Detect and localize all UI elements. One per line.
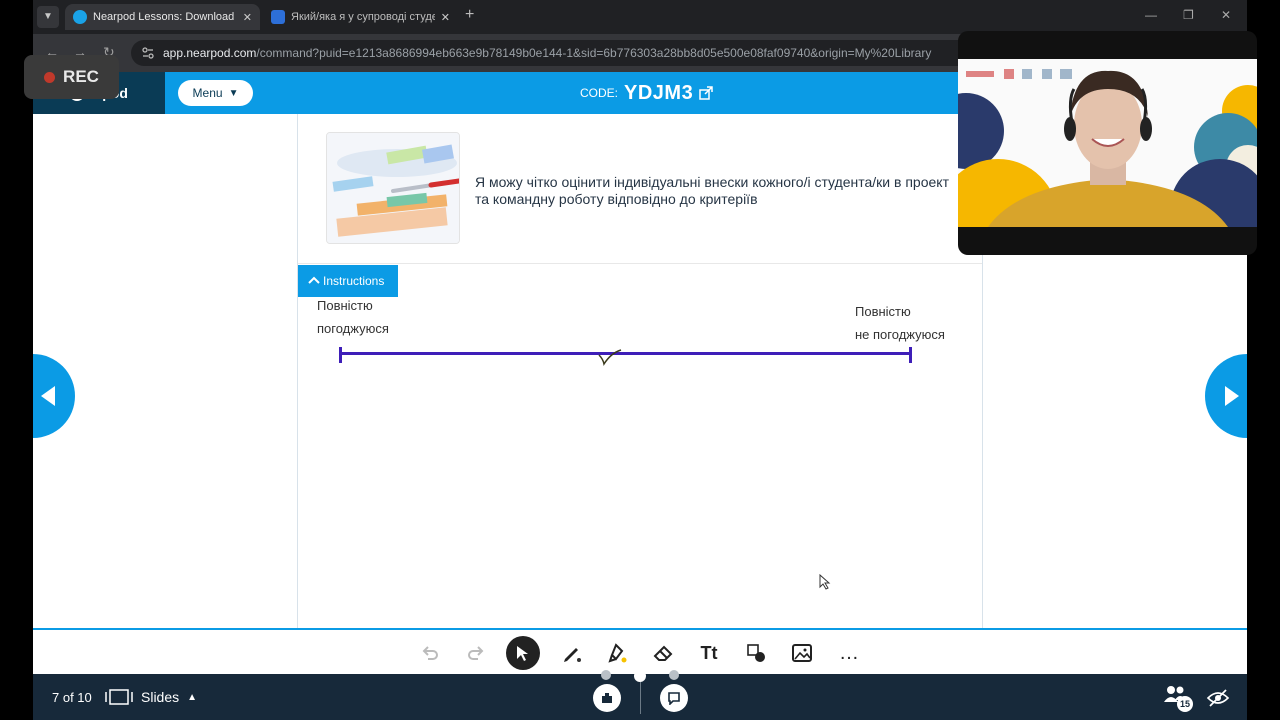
recording-label: REC	[63, 67, 99, 86]
recording-indicator: REC	[24, 55, 119, 99]
previous-slide-button[interactable]	[33, 354, 75, 438]
caret-up-icon: ▲	[187, 691, 198, 703]
charts-and-pen-image	[327, 133, 459, 243]
webcam-feed	[958, 59, 1257, 227]
restore-window-icon[interactable]: ❐	[1183, 8, 1194, 22]
pen-tool-button[interactable]	[557, 638, 587, 668]
menu-button[interactable]: Menu ▼	[178, 80, 253, 106]
presenter-video-frame	[958, 59, 1257, 227]
more-tools-icon[interactable]: …	[834, 638, 864, 668]
eraser-tool-button[interactable]	[648, 638, 678, 668]
instructions-label: Instructions	[323, 274, 385, 288]
drawing-toolbar: Tt …	[33, 628, 1247, 674]
scale-left-line1: Повністю	[317, 298, 373, 313]
hide-view-button[interactable]	[1206, 688, 1230, 713]
redo-icon	[468, 646, 484, 660]
undo-icon	[422, 646, 438, 660]
eye-slash-icon	[1206, 689, 1230, 707]
scale-right-label: Повністю не погоджуюся	[855, 300, 945, 346]
record-dot-icon	[44, 71, 56, 83]
select-tool-button[interactable]	[506, 636, 540, 670]
url-host: app.nearpod.com	[163, 46, 257, 60]
scale-right-tick	[909, 347, 912, 363]
highlighter-tool-button[interactable]	[603, 638, 633, 668]
image-tool-button[interactable]	[787, 638, 817, 668]
text-tool-button[interactable]: Tt	[694, 638, 724, 668]
agreement-scale-line	[340, 352, 912, 355]
site-info-icon[interactable]	[141, 46, 155, 60]
scale-left-line2: погоджуюся	[317, 321, 389, 336]
draw-it-canvas[interactable]: Я можу чітко оцінити індивідуальні внеск…	[297, 114, 983, 628]
undo-button[interactable]	[415, 638, 445, 668]
shapes-icon	[747, 644, 765, 662]
image-icon	[792, 644, 812, 662]
arrow-right-icon	[1225, 386, 1239, 406]
speech-bubble-icon	[668, 692, 680, 705]
scale-right-line1: Повністю	[855, 304, 911, 319]
eraser-icon	[653, 645, 673, 661]
mouse-cursor-icon	[819, 574, 831, 590]
chart-favicon-icon	[271, 10, 285, 24]
chat-button[interactable]	[660, 684, 688, 712]
question-card: Я можу чітко оцінити індивідуальні внеск…	[298, 114, 982, 264]
activities-button[interactable]	[593, 684, 621, 712]
scale-left-tick	[339, 347, 342, 363]
checkmark-annotation-icon	[598, 349, 622, 366]
slides-button[interactable]: Slides ▲	[105, 688, 197, 706]
instructions-toggle-button[interactable]: Instructions	[298, 265, 398, 297]
code-label: CODE:	[580, 86, 619, 100]
mode-dot-active	[634, 670, 646, 682]
mode-dot	[669, 670, 679, 680]
tab-search-dropdown-icon[interactable]: ▼	[37, 6, 59, 28]
slides-icon	[105, 689, 133, 705]
tab-title: Який/яка я у супроводі студен	[291, 11, 435, 23]
minimize-window-icon[interactable]: —	[1145, 8, 1157, 22]
chevron-up-icon	[308, 276, 320, 284]
browser-tab-survey[interactable]: Який/яка я у супроводі студен ✕	[263, 4, 458, 30]
footer-divider	[640, 682, 641, 714]
session-code: CODE: YDJM3	[580, 72, 713, 114]
close-tab-icon[interactable]: ✕	[441, 11, 450, 24]
browser-tab-bar: ▼ Nearpod Lessons: Download re ✕ Який/як…	[33, 0, 1247, 34]
puzzle-icon	[602, 693, 612, 703]
shapes-tool-button[interactable]	[741, 638, 771, 668]
slide-position: 7 of 10	[52, 690, 92, 705]
scale-left-label: Повністю погоджуюся	[317, 294, 389, 340]
share-code-icon[interactable]	[699, 86, 713, 100]
arrow-left-icon	[41, 386, 55, 406]
menu-label: Menu	[192, 86, 223, 100]
code-value: YDJM3	[624, 81, 694, 104]
participants-count: 15	[1177, 696, 1193, 712]
slides-label: Slides	[141, 689, 180, 705]
close-window-icon[interactable]: ✕	[1221, 8, 1231, 22]
nearpod-favicon-icon	[73, 10, 87, 24]
new-tab-icon[interactable]: +	[465, 6, 474, 24]
pen-icon	[564, 648, 581, 662]
next-slide-button[interactable]	[1205, 354, 1247, 438]
question-image	[326, 132, 460, 244]
presenter-footer: 7 of 10 Slides ▲ 15	[33, 670, 1247, 720]
tab-title: Nearpod Lessons: Download re	[93, 11, 237, 23]
caret-down-icon: ▼	[228, 87, 239, 99]
redo-button[interactable]	[461, 638, 491, 668]
mode-dot	[601, 670, 611, 680]
participants-button[interactable]: 15	[1163, 684, 1195, 712]
close-tab-icon[interactable]: ✕	[243, 11, 252, 24]
url-path: /command?puid=e1213a8686994eb663e9b78149…	[256, 46, 932, 60]
scale-right-line2: не погоджуюся	[855, 327, 945, 342]
pointer-icon	[517, 646, 528, 661]
question-text: Я можу чітко оцінити індивідуальні внеск…	[475, 174, 949, 207]
browser-tab-nearpod[interactable]: Nearpod Lessons: Download re ✕	[65, 4, 260, 30]
highlighter-icon	[608, 643, 627, 663]
webcam-overlay[interactable]	[958, 31, 1257, 255]
